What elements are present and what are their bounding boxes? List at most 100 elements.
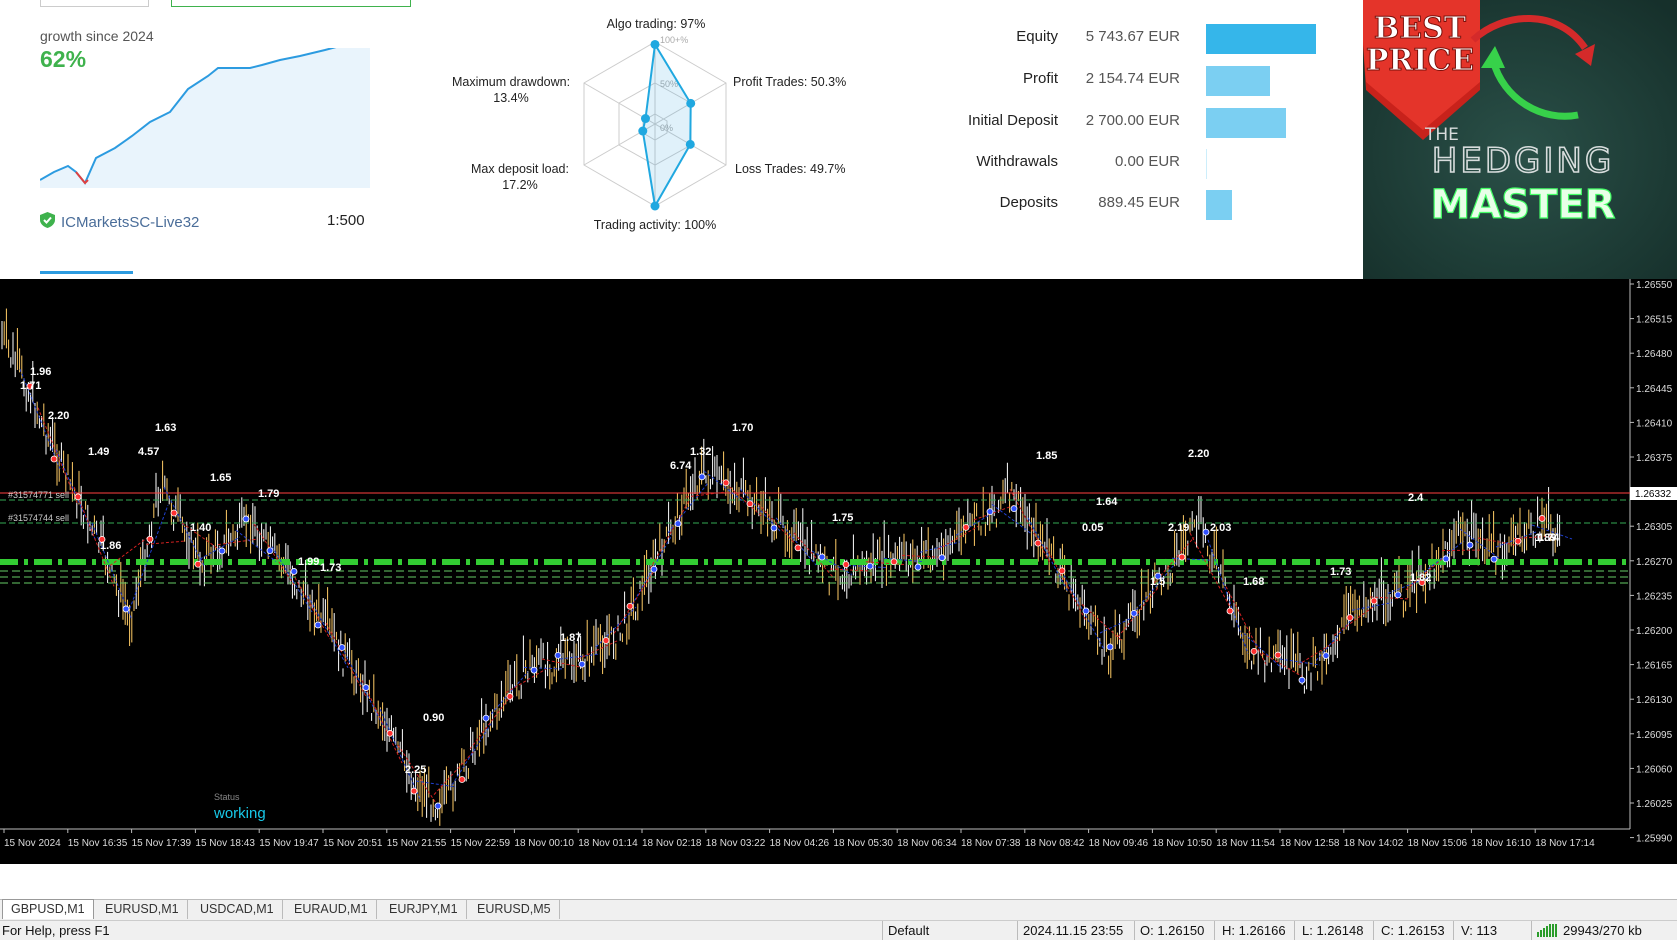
trade-profit-label: 1.75 <box>832 512 853 524</box>
chart-tabs: GBPUSD,M1 EURUSD,M1 USDCAD,M1 EURAUD,M1 EURJ… <box>0 899 1677 920</box>
trade-marker <box>722 479 730 487</box>
trade-marker <box>218 547 226 555</box>
time-label: 18 Nov 11:54 <box>1216 838 1275 849</box>
trade-marker <box>818 553 826 561</box>
time-label: 18 Nov 14:02 <box>1344 838 1404 849</box>
help-text: For Help, press F1 <box>2 923 110 938</box>
stat-row-deposits: Deposits 889.45 EUR <box>0 190 1300 220</box>
active-tab-underline <box>40 271 133 274</box>
trade-marker <box>1514 537 1522 545</box>
price-label: 1.26130 <box>1636 695 1673 706</box>
trade-marker <box>314 621 322 629</box>
trade-marker <box>602 637 610 644</box>
bar-datetime: 2024.11.15 23:55 <box>1023 923 1124 938</box>
chart-tab-gbpusd-m1[interactable]: GBPUSD,M1 <box>2 899 94 919</box>
order-label: #31574744 sell <box>8 513 69 523</box>
time-label: 18 Nov 00:10 <box>514 838 574 849</box>
time-label: 15 Nov 16:35 <box>68 838 128 849</box>
chart-tab-eurjpy-m1[interactable]: EURJPY,M1 <box>381 900 467 919</box>
time-label: 18 Nov 12:58 <box>1280 838 1340 849</box>
trade-link <box>937 525 979 550</box>
price-label: 1.26410 <box>1636 418 1673 429</box>
trade-marker <box>842 561 850 568</box>
time-label: 15 Nov 2024 <box>4 838 61 849</box>
trade-marker <box>1466 541 1474 549</box>
trade-marker <box>1250 647 1258 655</box>
time-label: 15 Nov 22:59 <box>451 838 511 849</box>
price-label: 1.26515 <box>1636 315 1673 326</box>
bar-volume: V: 113 <box>1461 923 1498 938</box>
trade-marker <box>458 776 466 783</box>
trade-profit-label: 2.20 <box>48 410 69 422</box>
trade-marker <box>1082 607 1090 615</box>
chart-canvas[interactable]: 1.26550 1.26515 1.26480 1.26445 1.26410 1.263… <box>0 279 1677 879</box>
time-label: 15 Nov 17:39 <box>132 838 192 849</box>
trade-profit-label: 2.20 <box>1188 448 1209 460</box>
time-label: 18 Nov 07:38 <box>961 838 1021 849</box>
price-label: 1.26480 <box>1636 349 1673 360</box>
trade-marker <box>266 547 274 554</box>
chart-tab-euraud-m1[interactable]: EURAUD,M1 <box>286 900 377 919</box>
stat-name: Equity <box>1016 28 1058 45</box>
trade-marker <box>962 523 970 531</box>
time-label: 18 Nov 10:50 <box>1152 838 1212 849</box>
price-label: 1.26060 <box>1636 764 1673 775</box>
stat-row-initial-deposit: Initial Deposit 2 700.00 EUR <box>0 108 1300 138</box>
trade-marker <box>1058 567 1066 575</box>
trade-marker <box>74 493 82 501</box>
chart-tab-eurusd-m5[interactable]: EURUSD,M5 <box>469 900 560 919</box>
price-label: 1.26270 <box>1636 557 1673 568</box>
trade-marker <box>794 544 802 552</box>
trade-marker <box>914 563 922 571</box>
trade-marker <box>170 509 178 517</box>
price-label: 1.26375 <box>1636 453 1673 464</box>
tab-button-outline-green[interactable] <box>171 0 411 7</box>
trade-marker <box>986 508 994 516</box>
logo-graphic: BEST PRICE THE HEDGING MASTER <box>1363 0 1677 279</box>
trade-marker <box>578 660 586 668</box>
trade-marker <box>122 605 130 613</box>
status-value: working <box>213 805 266 822</box>
trade-profit-label: 2.4 <box>1408 492 1424 504</box>
order-label: #31574771 sell <box>8 490 69 500</box>
trade-link <box>667 482 709 534</box>
trade-profit-label: 1.40 <box>190 522 211 534</box>
trade-marker <box>1442 555 1450 563</box>
trade-profit-label: 1.73 <box>320 562 341 574</box>
chart-tab-usdcad-m1[interactable]: USDCAD,M1 <box>192 900 283 919</box>
time-label: 18 Nov 05:30 <box>833 838 893 849</box>
tab-button-outline[interactable] <box>40 0 149 7</box>
trade-profit-label: 1.49 <box>88 446 109 458</box>
time-label: 18 Nov 08:42 <box>1025 838 1085 849</box>
trade-profit-label: 1.87 <box>560 632 581 644</box>
trade-marker <box>482 714 490 722</box>
chart-tab-eurusd-m1[interactable]: EURUSD,M1 <box>97 900 188 919</box>
stat-name: Withdrawals <box>976 153 1058 170</box>
time-label: 18 Nov 09:46 <box>1089 838 1149 849</box>
trade-marker <box>1130 609 1138 617</box>
trade-marker <box>770 524 778 532</box>
bar-high: H: 1.26166 <box>1222 923 1286 938</box>
stat-name: Initial Deposit <box>967 112 1058 129</box>
stat-name: Deposits <box>999 194 1058 211</box>
stat-value: 0.00 EUR <box>1114 153 1180 170</box>
current-price-label: 1.26332 <box>1635 489 1672 500</box>
trade-profit-label: 1.86 <box>100 540 121 552</box>
time-label: 18 Nov 15:06 <box>1408 838 1468 849</box>
time-label: 18 Nov 06:34 <box>897 838 957 849</box>
price-label: 1.26235 <box>1636 591 1673 602</box>
trade-link <box>379 708 421 800</box>
stat-value: 2 700.00 EUR <box>1085 112 1180 129</box>
trade-link <box>1045 546 1087 621</box>
price-label: 1.25990 <box>1636 834 1673 845</box>
badge-line-2: PRICE <box>1366 43 1474 78</box>
price-label: 1.26445 <box>1636 384 1673 395</box>
trade-marker <box>338 644 346 651</box>
trade-profit-label: 1.85 <box>1036 450 1057 462</box>
status-label: Status <box>214 792 240 802</box>
time-label: 15 Nov 18:43 <box>195 838 255 849</box>
trade-profit-label: 6.74 <box>670 460 692 472</box>
price-chart[interactable]: 1.26550 1.26515 1.26480 1.26445 1.26410 1.263… <box>0 279 1677 879</box>
connection-traffic[interactable]: 29943/270 kb <box>1537 923 1642 938</box>
trade-profit-label: 1.96 <box>30 366 51 378</box>
